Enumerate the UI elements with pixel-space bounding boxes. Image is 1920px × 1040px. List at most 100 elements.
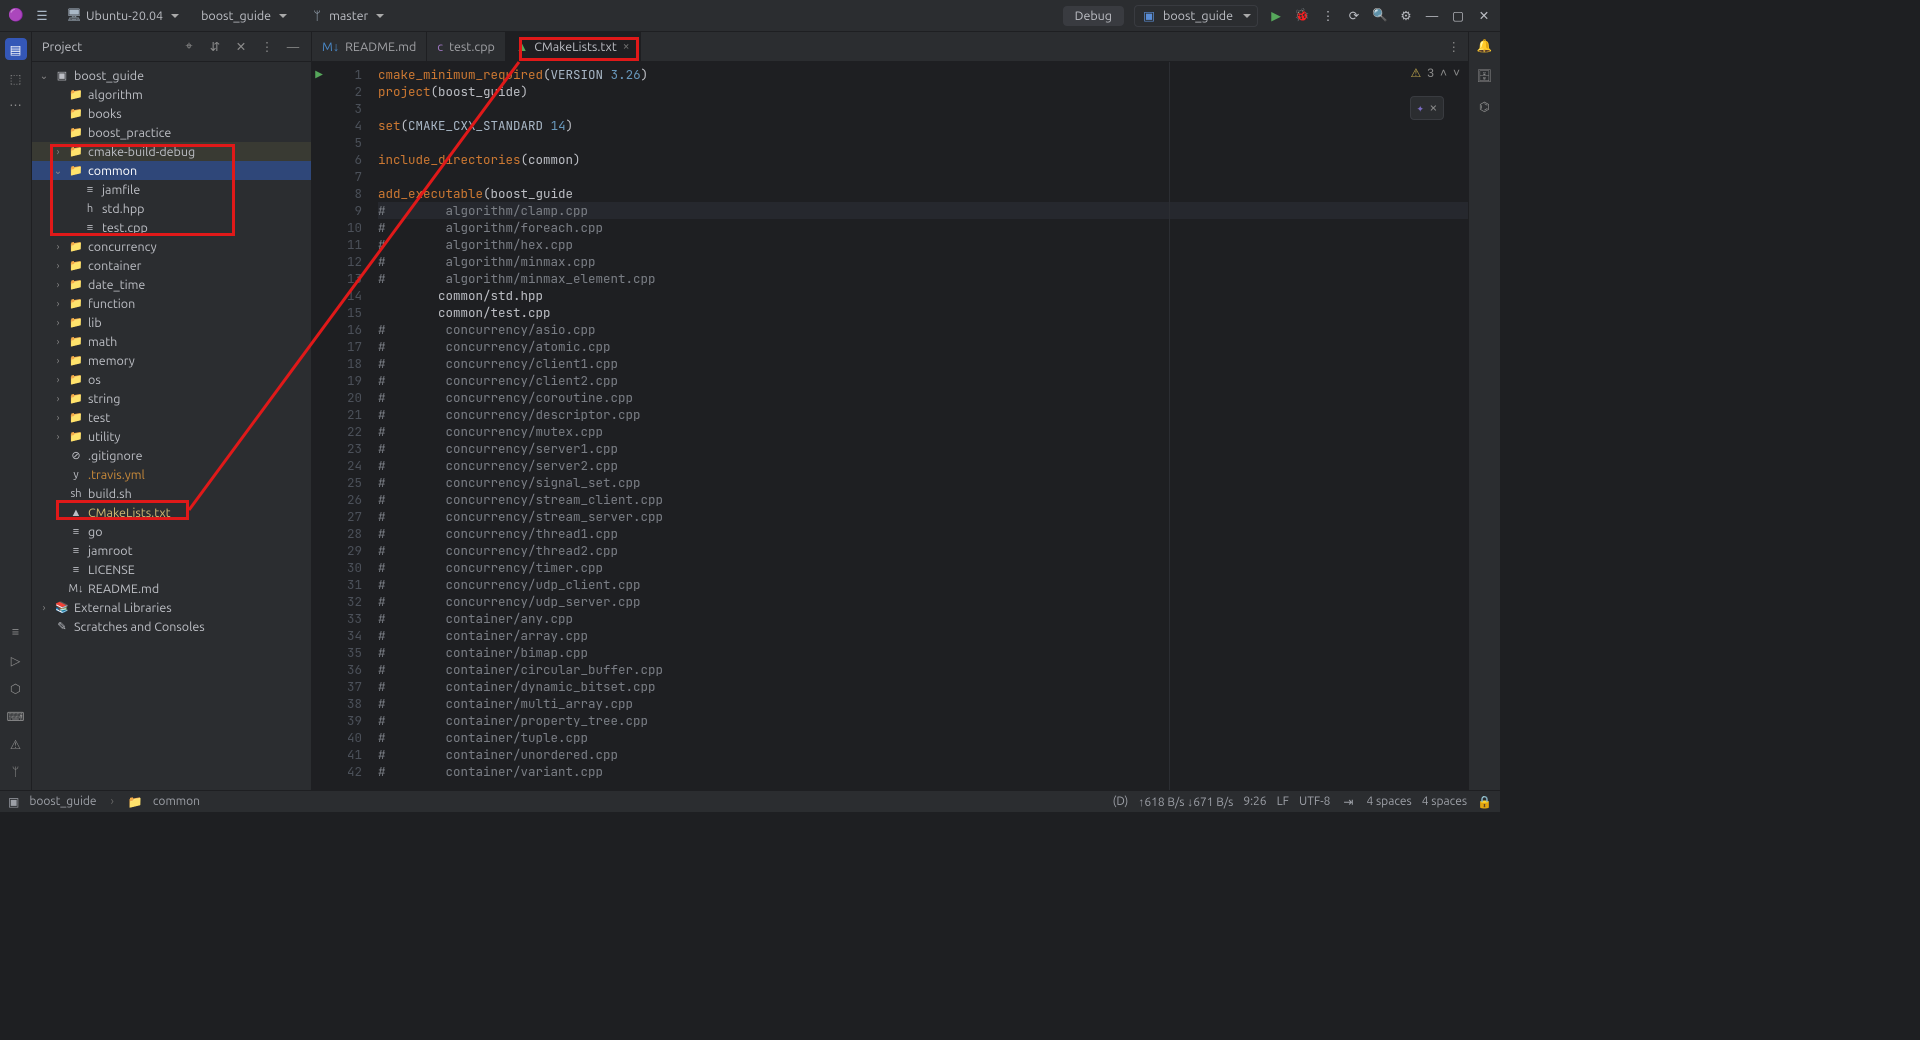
run-configuration[interactable]: ▣ boost_guide xyxy=(1134,5,1258,27)
float-close-icon[interactable]: ✕ xyxy=(1430,100,1437,116)
tree-item-utility[interactable]: ›📁utility xyxy=(32,427,311,446)
tree-item-cmake-build-debug[interactable]: ›📁cmake-build-debug xyxy=(32,142,311,161)
tree-item-common[interactable]: ⌄📁common xyxy=(32,161,311,180)
code-line-21[interactable]: # concurrency/descriptor.cpp xyxy=(378,406,1468,423)
inspect-down-icon[interactable]: ˅ xyxy=(1453,66,1460,80)
code-line-27[interactable]: # concurrency/stream_server.cpp xyxy=(378,508,1468,525)
tab-close-icon[interactable]: × xyxy=(623,40,630,53)
tree-item-boost-practice[interactable]: 📁boost_practice xyxy=(32,123,311,142)
code-line-24[interactable]: # concurrency/server2.cpp xyxy=(378,457,1468,474)
code-line-11[interactable]: # algorithm/hex.cpp xyxy=(378,236,1468,253)
tree-arrow-icon[interactable]: › xyxy=(52,260,64,271)
code-line-25[interactable]: # concurrency/signal_set.cpp xyxy=(378,474,1468,491)
collapse-icon[interactable]: ✕ xyxy=(233,39,249,55)
code-line-6[interactable]: include_directories(common) xyxy=(378,151,1468,168)
updates-icon[interactable]: ⟳ xyxy=(1346,8,1362,24)
project-tree[interactable]: ⌄▣boost_guide📁algorithm📁books📁boost_prac… xyxy=(32,62,311,790)
status-indent-icon[interactable]: ⇥ xyxy=(1340,794,1356,810)
code-line-17[interactable]: # concurrency/atomic.cpp xyxy=(378,338,1468,355)
code-line-30[interactable]: # concurrency/timer.cpp xyxy=(378,559,1468,576)
project-selector[interactable]: boost_guide xyxy=(195,7,293,25)
tree-item-external-libraries[interactable]: ›📚External Libraries xyxy=(32,598,311,617)
ai-float-box[interactable]: ✦ ✕ xyxy=(1410,96,1444,120)
inspection-widget[interactable]: ⚠ 3 ˄ ˅ xyxy=(1411,66,1460,80)
problems-icon[interactable]: ⚠ xyxy=(8,736,24,752)
more-tool-icon[interactable]: ⋯ xyxy=(8,96,24,112)
tab-cmakelists-txt[interactable]: ▲CMakeLists.txt× xyxy=(506,32,641,61)
select-opened-icon[interactable]: ⌖ xyxy=(181,39,197,55)
structure-tool-icon[interactable]: ⬚ xyxy=(8,70,24,86)
code-line-34[interactable]: # container/array.cpp xyxy=(378,627,1468,644)
tree-arrow-icon[interactable]: › xyxy=(52,393,64,404)
panel-more-icon[interactable]: ⋮ xyxy=(259,39,275,55)
code-line-29[interactable]: # concurrency/thread2.cpp xyxy=(378,542,1468,559)
code-line-5[interactable] xyxy=(378,134,1468,151)
code-line-13[interactable]: # algorithm/minmax_element.cpp xyxy=(378,270,1468,287)
tree-item-scratches-and-consoles[interactable]: ✎Scratches and Consoles xyxy=(32,617,311,636)
code-line-16[interactable]: # concurrency/asio.cpp xyxy=(378,321,1468,338)
breadcrumb-2[interactable]: common xyxy=(153,795,200,808)
tab-test-cpp[interactable]: ctest.cpp xyxy=(427,32,506,61)
tree-item-date-time[interactable]: ›📁date_time xyxy=(32,275,311,294)
code-line-19[interactable]: # concurrency/client2.cpp xyxy=(378,372,1468,389)
services-icon[interactable]: ⬡ xyxy=(8,680,24,696)
git-icon[interactable]: ᛘ xyxy=(8,764,24,780)
code-line-36[interactable]: # container/circular_buffer.cpp xyxy=(378,661,1468,678)
os-selector[interactable]: 🖥 Ubuntu-20.04 xyxy=(60,6,185,26)
database-icon[interactable]: 🗄 xyxy=(1477,68,1493,84)
code-line-9[interactable]: # algorithm/clamp.cpp xyxy=(378,202,1468,219)
notifications-icon[interactable]: 🔔 xyxy=(1477,38,1493,54)
todo-icon[interactable]: ≡ xyxy=(8,624,24,640)
code-line-35[interactable]: # container/bimap.cpp xyxy=(378,644,1468,661)
inspect-up-icon[interactable]: ˄ xyxy=(1440,66,1447,80)
code-line-18[interactable]: # concurrency/client1.cpp xyxy=(378,355,1468,372)
tree-item-container[interactable]: ›📁container xyxy=(32,256,311,275)
breadcrumb-1[interactable]: boost_guide xyxy=(29,795,96,808)
editor-body[interactable]: ▶ 12345678910111213141516171819202122232… xyxy=(312,62,1468,790)
run-gutter[interactable]: ▶ xyxy=(312,62,326,790)
tree-item-memory[interactable]: ›📁memory xyxy=(32,351,311,370)
tree-item-go[interactable]: ≡go xyxy=(32,522,311,541)
tree-arrow-icon[interactable]: › xyxy=(52,412,64,423)
tree-item-books[interactable]: 📁books xyxy=(32,104,311,123)
tab-readme-md[interactable]: M↓README.md xyxy=(312,32,427,61)
minimize-icon[interactable]: — xyxy=(1424,8,1440,24)
close-icon[interactable]: ✕ xyxy=(1476,8,1492,24)
code-line-1[interactable]: cmake_minimum_required(VERSION 3.26) xyxy=(378,66,1468,83)
code-line-8[interactable]: add_executable(boost_guide xyxy=(378,185,1468,202)
indent-1[interactable]: 4 spaces xyxy=(1366,795,1411,808)
tree-item-license[interactable]: ≡LICENSE xyxy=(32,560,311,579)
tree-arrow-icon[interactable]: › xyxy=(52,298,64,309)
tree-arrow-icon[interactable]: › xyxy=(52,431,64,442)
line-sep[interactable]: LF xyxy=(1277,795,1289,808)
tree-arrow-icon[interactable]: ⌄ xyxy=(52,165,64,177)
code-line-38[interactable]: # container/multi_array.cpp xyxy=(378,695,1468,712)
code-line-32[interactable]: # concurrency/udp_server.cpp xyxy=(378,593,1468,610)
tree-item-std-hpp[interactable]: hstd.hpp xyxy=(32,199,311,218)
debug-icon[interactable]: 🐞 xyxy=(1294,8,1310,24)
code-line-26[interactable]: # concurrency/stream_client.cpp xyxy=(378,491,1468,508)
debug-button[interactable]: Debug xyxy=(1063,6,1124,26)
tree-arrow-icon[interactable]: › xyxy=(52,146,64,157)
code-line-7[interactable] xyxy=(378,168,1468,185)
code-line-15[interactable]: common/test.cpp xyxy=(378,304,1468,321)
search-icon[interactable]: 🔍 xyxy=(1372,8,1388,24)
code-line-28[interactable]: # concurrency/thread1.cpp xyxy=(378,525,1468,542)
tree-item-readme-md[interactable]: M↓README.md xyxy=(32,579,311,598)
tree-arrow-icon[interactable]: › xyxy=(52,355,64,366)
tree-arrow-icon[interactable]: › xyxy=(52,374,64,385)
code-line-33[interactable]: # container/any.cpp xyxy=(378,610,1468,627)
project-tool-icon[interactable]: ▤ xyxy=(5,38,27,60)
hide-icon[interactable]: — xyxy=(285,39,301,55)
code-line-41[interactable]: # container/unordered.cpp xyxy=(378,746,1468,763)
tree-item-jamfile[interactable]: ≡jamfile xyxy=(32,180,311,199)
tree-arrow-icon[interactable]: › xyxy=(52,241,64,252)
encoding[interactable]: UTF-8 xyxy=(1299,795,1330,808)
tree-item-string[interactable]: ›📁string xyxy=(32,389,311,408)
indent-2[interactable]: 4 spaces xyxy=(1422,795,1467,808)
code-area[interactable]: cmake_minimum_required(VERSION 3.26)proj… xyxy=(374,62,1468,790)
code-line-23[interactable]: # concurrency/server1.cpp xyxy=(378,440,1468,457)
code-line-12[interactable]: # algorithm/minmax.cpp xyxy=(378,253,1468,270)
tree-item-lib[interactable]: ›📁lib xyxy=(32,313,311,332)
code-line-2[interactable]: project(boost_guide) xyxy=(378,83,1468,100)
